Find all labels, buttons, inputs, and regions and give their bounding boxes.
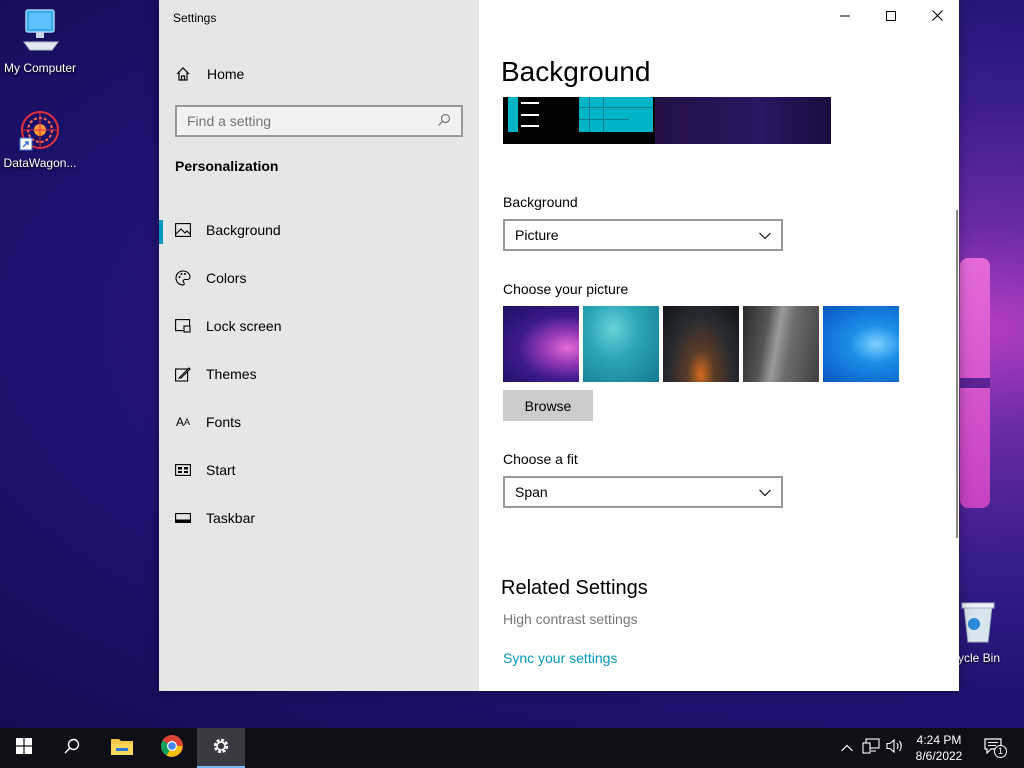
background-dropdown[interactable]: Picture xyxy=(503,219,783,251)
datawagon-shortcut-icon xyxy=(18,108,62,152)
browse-button[interactable]: Browse xyxy=(503,390,593,421)
folder-icon xyxy=(110,736,134,761)
settings-content: Background Background Picture Choose you… xyxy=(479,0,959,691)
taskbar: 4:24 PM 8/6/2022 1 xyxy=(0,728,1024,768)
recycle-bin-icon xyxy=(958,600,1024,647)
thumbnail-night-sky[interactable] xyxy=(663,306,739,382)
sync-settings-link[interactable]: Sync your settings xyxy=(503,650,617,666)
scrollbar[interactable] xyxy=(956,210,958,538)
fit-dropdown-value: Span xyxy=(515,484,548,500)
settings-window: Settings Home Personalization Background xyxy=(159,0,959,691)
settings-sidebar: Settings Home Personalization Background xyxy=(159,0,479,691)
notification-count-badge: 1 xyxy=(994,745,1007,758)
chevron-up-icon xyxy=(841,739,853,757)
related-settings-heading: Related Settings xyxy=(501,577,648,599)
fit-dropdown[interactable]: Span xyxy=(503,476,783,508)
window-title: Settings xyxy=(173,11,217,25)
speaker-icon xyxy=(886,738,904,759)
sidebar-item-label: Taskbar xyxy=(206,510,256,526)
sidebar-item-label: Themes xyxy=(206,366,257,382)
sidebar-item-background[interactable]: Background xyxy=(159,206,479,254)
chrome-icon xyxy=(160,734,184,763)
section-heading: Personalization xyxy=(175,158,279,174)
taskbar-file-explorer[interactable] xyxy=(98,728,146,768)
background-label: Background xyxy=(503,194,578,210)
desktop-preview xyxy=(503,97,831,144)
show-hidden-icons-button[interactable] xyxy=(838,728,856,768)
sidebar-item-label: Fonts xyxy=(206,414,242,430)
desktop-icon-my-computer[interactable]: My Computer xyxy=(0,8,80,75)
search-input[interactable] xyxy=(187,113,437,129)
thumbnail-windows-blue[interactable] xyxy=(823,306,899,382)
start-button[interactable] xyxy=(0,728,48,768)
sidebar-item-label: Start xyxy=(206,462,236,478)
sidebar-item-taskbar[interactable]: Taskbar xyxy=(159,494,479,542)
sidebar-item-fonts[interactable]: AA Fonts xyxy=(159,398,479,446)
picture-icon xyxy=(175,222,191,238)
volume-button[interactable] xyxy=(884,728,906,768)
taskbar-search-button[interactable] xyxy=(48,728,96,768)
notification-icon: 1 xyxy=(984,738,1007,758)
page-title: Background xyxy=(501,56,651,87)
search-icon[interactable] xyxy=(437,113,451,130)
picture-thumbnails xyxy=(503,306,899,382)
desktop-icon-label: My Computer xyxy=(3,61,77,75)
computer-icon xyxy=(0,8,80,57)
desktop-icon-label: DataWagon... xyxy=(3,156,77,170)
taskbar-icon xyxy=(175,510,191,526)
gear-icon xyxy=(211,736,231,761)
action-center-button[interactable]: 1 xyxy=(980,728,1010,768)
desktop-icon-label: cycle Bin xyxy=(952,651,1001,665)
brush-icon xyxy=(175,366,191,382)
network-icon xyxy=(862,737,880,759)
start-icon xyxy=(175,462,191,478)
desktop-icon-recycle-bin[interactable]: cycle Bin xyxy=(952,600,1024,665)
clock-date: 8/6/2022 xyxy=(915,749,963,763)
chevron-down-icon xyxy=(759,227,771,243)
search-icon xyxy=(64,738,80,759)
taskbar-settings[interactable] xyxy=(197,728,245,768)
sidebar-item-label: Home xyxy=(207,66,245,82)
desktop-icon-datawagon[interactable]: DataWagon... xyxy=(0,108,80,170)
wallpaper-window-logo xyxy=(960,258,990,508)
taskbar-clock[interactable]: 4:24 PM 8/6/2022 xyxy=(908,732,970,764)
taskbar-chrome[interactable] xyxy=(148,728,196,768)
personalization-nav: Background Colors Lock screen Themes A A… xyxy=(159,206,479,542)
background-dropdown-value: Picture xyxy=(515,227,559,243)
thumbnail-rock-cliff[interactable] xyxy=(743,306,819,382)
sidebar-item-colors[interactable]: Colors xyxy=(159,254,479,302)
fonts-icon: AA xyxy=(175,415,191,429)
home-icon xyxy=(175,66,191,82)
search-box[interactable] xyxy=(175,105,463,137)
chevron-down-icon xyxy=(759,484,771,500)
network-button[interactable] xyxy=(860,728,882,768)
thumbnail-underwater[interactable] xyxy=(583,306,659,382)
windows-logo-icon xyxy=(16,737,32,759)
high-contrast-link[interactable]: High contrast settings xyxy=(503,611,638,627)
sidebar-item-lock-screen[interactable]: Lock screen xyxy=(159,302,479,350)
lock-screen-icon xyxy=(175,318,191,334)
choose-picture-label: Choose your picture xyxy=(503,281,629,297)
sidebar-item-themes[interactable]: Themes xyxy=(159,350,479,398)
sidebar-item-label: Colors xyxy=(206,270,247,286)
fit-label: Choose a fit xyxy=(503,451,578,467)
thumbnail-purple-wallpaper[interactable] xyxy=(503,306,579,382)
clock-time: 4:24 PM xyxy=(916,733,962,747)
palette-icon xyxy=(175,270,191,286)
sidebar-item-label: Background xyxy=(206,222,281,238)
sidebar-item-home[interactable]: Home xyxy=(175,64,244,84)
sidebar-item-label: Lock screen xyxy=(206,318,282,334)
sidebar-item-start[interactable]: Start xyxy=(159,446,479,494)
